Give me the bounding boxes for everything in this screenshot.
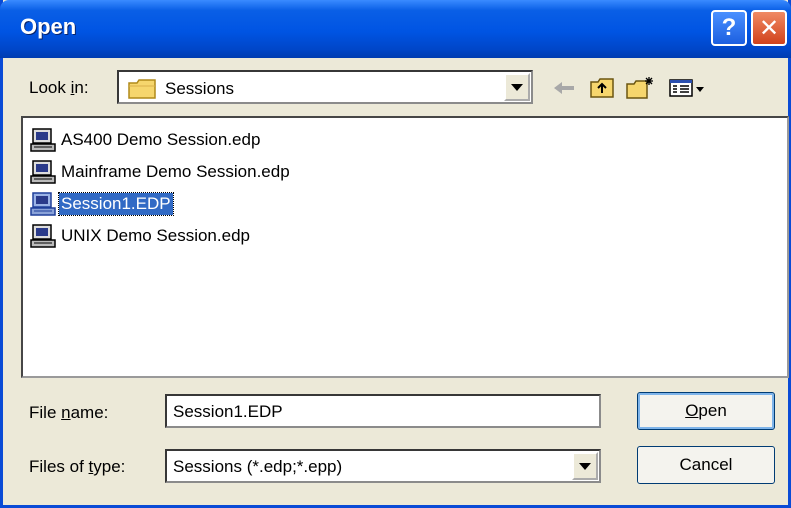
help-icon: ? — [721, 14, 737, 41]
session-file-icon — [30, 192, 56, 216]
look-in-label: Look in: — [29, 78, 89, 97]
list-item[interactable]: UNIX Demo Session.edp — [29, 222, 252, 250]
file-type-value: Sessions (*.edp;*.epp) — [173, 457, 343, 476]
look-in-dropdown-button[interactable] — [504, 73, 530, 101]
session-file-icon — [30, 224, 56, 248]
close-icon: ✕ — [758, 14, 780, 42]
title-bar[interactable]: Open ? ✕ — [0, 0, 791, 58]
new-folder-icon[interactable] — [625, 74, 655, 102]
list-item[interactable]: AS400 Demo Session.edp — [29, 126, 262, 154]
file-name: Mainframe Demo Session.edp — [61, 162, 290, 181]
session-file-icon — [30, 128, 56, 152]
help-button[interactable]: ? — [711, 10, 747, 46]
close-button[interactable]: ✕ — [751, 10, 787, 46]
file-name-value: Session1.EDP — [173, 402, 283, 421]
file-name: UNIX Demo Session.edp — [61, 226, 250, 245]
file-name-field[interactable]: Session1.EDP — [165, 394, 601, 428]
list-item-selected[interactable]: Session1.EDP — [29, 190, 174, 218]
session-file-icon — [30, 160, 56, 184]
open-dialog: Open ? ✕ Look in: Sessions AS400 Demo Se… — [0, 0, 791, 508]
folder-icon — [128, 79, 156, 99]
back-arrow-icon[interactable] — [549, 74, 579, 102]
open-button[interactable]: Open — [637, 392, 775, 430]
file-name: Session1.EDP — [58, 192, 174, 216]
window-title: Open — [20, 14, 77, 39]
file-type-dropdown-button[interactable] — [572, 452, 598, 480]
look-in-combo[interactable]: Sessions — [117, 70, 533, 104]
file-name-label: File name: — [29, 403, 109, 422]
file-type-label: Files of type: — [29, 457, 126, 476]
list-item[interactable]: Mainframe Demo Session.edp — [29, 158, 292, 186]
look-in-value: Sessions — [165, 79, 234, 98]
up-folder-icon[interactable] — [587, 74, 617, 102]
file-type-select[interactable]: Sessions (*.edp;*.epp) — [165, 449, 601, 483]
view-menu-icon[interactable] — [667, 74, 709, 102]
chevron-down-icon — [579, 462, 591, 470]
file-list[interactable]: AS400 Demo Session.edp Mainframe Demo Se… — [21, 116, 789, 378]
chevron-down-icon — [511, 83, 523, 91]
file-name: AS400 Demo Session.edp — [61, 130, 261, 149]
cancel-button[interactable]: Cancel — [637, 446, 775, 484]
